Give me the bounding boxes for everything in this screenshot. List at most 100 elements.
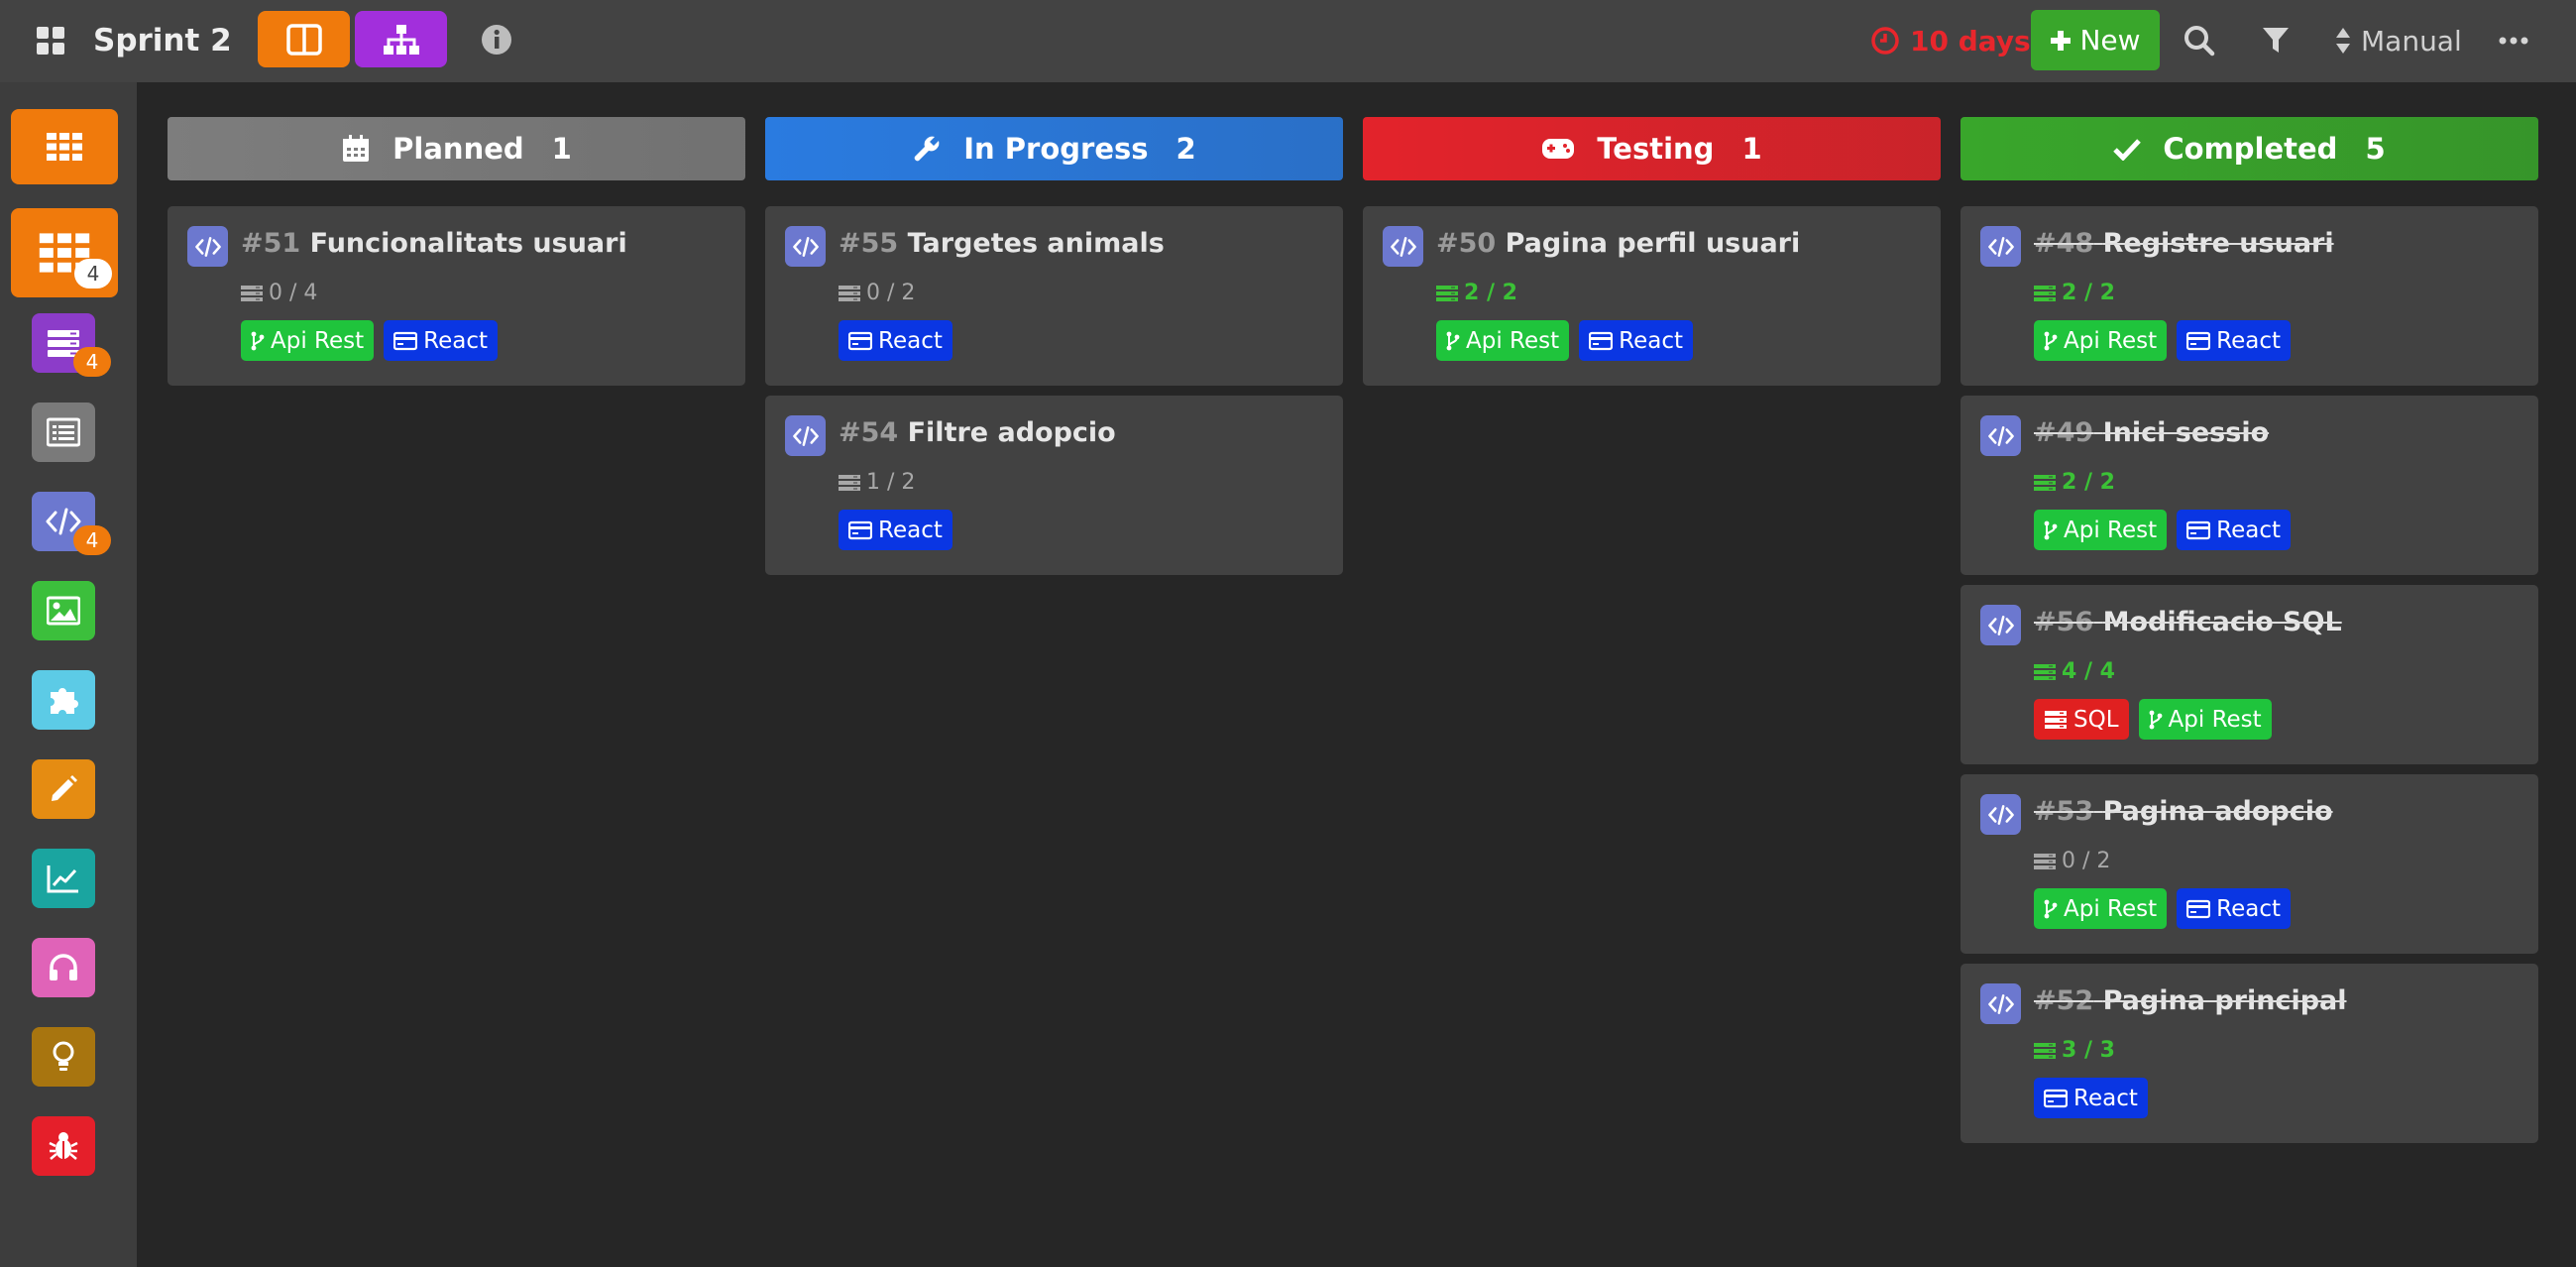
code-icon: [1980, 415, 2021, 456]
tag-list: Api Rest React: [2034, 510, 2291, 550]
task-title[interactable]: #52 Pagina principal: [2034, 985, 2347, 1016]
tag-list: React: [839, 510, 952, 550]
task-card[interactable]: #56 Modificacio SQL 4 / 4 SQL Api Rest: [1960, 585, 2538, 764]
sidebar-item-puzzle[interactable]: [32, 670, 95, 730]
code-icon: [1980, 226, 2021, 267]
filter-icon[interactable]: [2258, 22, 2294, 59]
task-title[interactable]: #55 Targetes animals: [839, 228, 1165, 259]
apps-menu-icon[interactable]: [33, 25, 68, 57]
bug-icon: [49, 1132, 78, 1160]
sidebar-item-code[interactable]: 4: [32, 492, 111, 555]
credit-card-icon: [1589, 331, 1614, 351]
task-name: Filtre adopcio: [907, 417, 1116, 448]
column-header-2[interactable]: Testing 1: [1363, 117, 1941, 180]
task-title[interactable]: #51 Funcionalitats usuari: [241, 228, 627, 259]
new-button[interactable]: New: [2031, 10, 2160, 70]
more-options-icon[interactable]: [2496, 28, 2531, 54]
info-icon[interactable]: [479, 22, 514, 58]
subtask-count: 3 / 3: [2062, 1038, 2115, 1063]
sidebar-item-grid[interactable]: 4: [11, 208, 118, 297]
tag-list: React: [2034, 1078, 2148, 1118]
task-number: #53: [2034, 796, 2094, 827]
subtask-progress: 3 / 3: [2034, 1038, 2115, 1063]
tag-api-rest[interactable]: Api Rest: [2034, 320, 2168, 361]
tag-react[interactable]: React: [839, 510, 952, 550]
tag-api-rest[interactable]: Api Rest: [2034, 888, 2168, 929]
sidebar-item-list[interactable]: [32, 403, 95, 462]
task-title[interactable]: #53 Pagina adopcio: [2034, 796, 2333, 827]
task-number: #54: [839, 417, 899, 448]
task-title[interactable]: #54 Filtre adopcio: [839, 417, 1116, 448]
sort-icon: [2336, 28, 2350, 54]
tag-react[interactable]: React: [2177, 320, 2291, 361]
tag-api-rest[interactable]: Api Rest: [241, 320, 375, 361]
task-title[interactable]: #49 Inici sessio: [2034, 417, 2269, 448]
sidebar-badge: 4: [74, 259, 112, 288]
line-chart-icon: [47, 865, 78, 893]
sidebar-item-image[interactable]: [32, 581, 95, 640]
code-icon: [785, 226, 826, 267]
task-card[interactable]: #48 Registre usuari 2 / 2 Api Rest React: [1960, 206, 2538, 386]
code-icon: [1980, 983, 2021, 1024]
sidebar-item-headphones[interactable]: [32, 938, 95, 997]
deadline-text: 10 days: [1910, 24, 2031, 58]
sidebar-item-database[interactable]: 4: [32, 313, 111, 377]
code-icon: [187, 226, 228, 267]
tag-label: Api Rest: [2064, 327, 2158, 354]
tag-react[interactable]: React: [2034, 1078, 2148, 1118]
gamepad-icon: [1541, 137, 1575, 161]
tag-label: React: [2216, 895, 2281, 922]
tag-react[interactable]: React: [1579, 320, 1693, 361]
sidebar-item-chart[interactable]: [32, 849, 95, 908]
task-card[interactable]: #50 Pagina perfil usuari 2 / 2 Api Rest R…: [1363, 206, 1941, 386]
column-count: 5: [2365, 132, 2386, 166]
column-header-3[interactable]: Completed 5: [1960, 117, 2538, 180]
credit-card-icon: [2186, 520, 2211, 540]
task-card[interactable]: #53 Pagina adopcio 0 / 2 Api Rest React: [1960, 774, 2538, 954]
task-card[interactable]: #55 Targetes animals 0 / 2 React: [765, 206, 1343, 386]
tag-react[interactable]: React: [2177, 510, 2291, 550]
task-card[interactable]: #52 Pagina principal 3 / 3 React: [1960, 964, 2538, 1143]
tag-api-rest[interactable]: Api Rest: [1436, 320, 1570, 361]
column-header-1[interactable]: In Progress 2: [765, 117, 1343, 180]
task-title[interactable]: #48 Registre usuari: [2034, 228, 2334, 259]
board-view-button[interactable]: [258, 11, 350, 67]
task-card[interactable]: #51 Funcionalitats usuari 0 / 4 Api Rest…: [168, 206, 745, 386]
tasks-icon: [2034, 285, 2056, 302]
tag-react[interactable]: React: [384, 320, 498, 361]
tag-react[interactable]: React: [2177, 888, 2291, 929]
subtask-count: 0 / 4: [269, 281, 318, 305]
tag-label: React: [1619, 327, 1683, 354]
task-title[interactable]: #50 Pagina perfil usuari: [1436, 228, 1800, 259]
task-number: #49: [2034, 417, 2094, 448]
subtask-count: 0 / 2: [2062, 849, 2111, 873]
credit-card-icon: [2186, 899, 2211, 919]
sidebar-item-all[interactable]: [11, 109, 118, 184]
top-bar: Sprint 2 10 days New Manual: [0, 0, 2576, 82]
task-card[interactable]: #49 Inici sessio 2 / 2 Api Rest React: [1960, 396, 2538, 575]
sidebar-item-pencil[interactable]: [32, 759, 95, 819]
subtask-progress: 2 / 2: [1436, 281, 1517, 305]
grid-icon: [47, 133, 82, 161]
sidebar-item-bug[interactable]: [32, 1116, 95, 1176]
tag-api-rest[interactable]: Api Rest: [2138, 699, 2272, 740]
search-icon[interactable]: [2181, 22, 2218, 59]
check-icon: [2113, 137, 2142, 161]
hierarchy-view-button[interactable]: [355, 11, 447, 67]
git-branch-icon: [1446, 330, 1460, 352]
task-number: #51: [241, 228, 301, 259]
tag-list: SQL Api Rest: [2034, 699, 2272, 740]
tag-api-rest[interactable]: Api Rest: [2034, 510, 2168, 550]
task-card[interactable]: #54 Filtre adopcio 1 / 2 React: [765, 396, 1343, 575]
tag-sql[interactable]: SQL: [2034, 699, 2129, 740]
task-title[interactable]: #56 Modificacio SQL: [2034, 607, 2342, 637]
column-header-0[interactable]: Planned 1: [168, 117, 745, 180]
sort-mode-select[interactable]: Manual: [2335, 20, 2462, 61]
sidebar-item-bulb[interactable]: [32, 1027, 95, 1087]
tag-react[interactable]: React: [839, 320, 952, 361]
tag-label: React: [878, 517, 943, 543]
headphones-icon: [50, 954, 77, 980]
column-count: 1: [551, 132, 572, 166]
task-number: #55: [839, 228, 899, 259]
credit-card-icon: [393, 331, 418, 351]
